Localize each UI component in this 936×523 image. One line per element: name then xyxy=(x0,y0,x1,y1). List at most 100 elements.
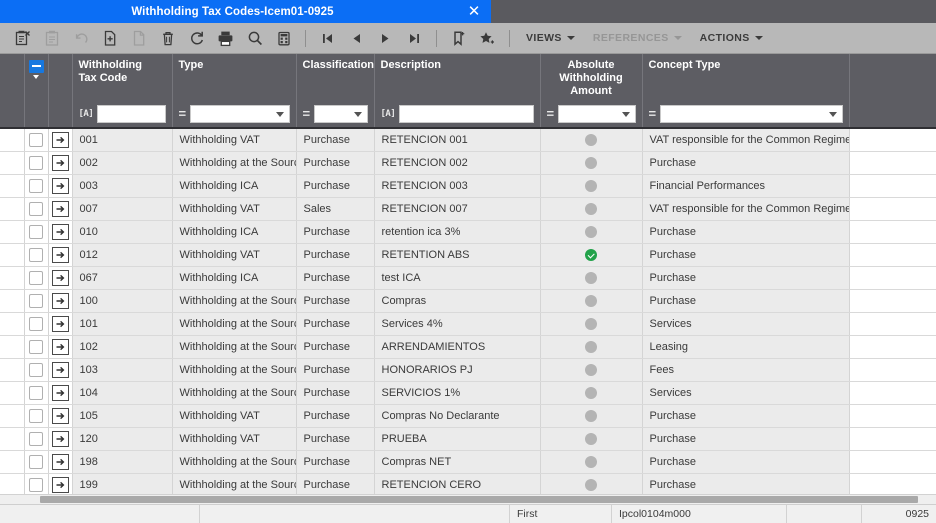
column-header-classification[interactable]: Classification = xyxy=(296,54,374,128)
table-row[interactable]: 067Withholding ICAPurchasetest ICAPurcha… xyxy=(0,267,936,290)
table-row[interactable]: 105Withholding VATPurchaseCompras No Dec… xyxy=(0,405,936,428)
cell-type[interactable]: Withholding ICA xyxy=(172,221,296,244)
row-checkbox[interactable] xyxy=(29,340,43,354)
filter-operator-label[interactable]: = xyxy=(303,109,311,119)
column-header-withholding-tax-code[interactable]: WithholdingTax Code [A] xyxy=(72,54,172,128)
table-row[interactable]: 120Withholding VATPurchasePRUEBAPurchase xyxy=(0,428,936,451)
row-select-cell[interactable] xyxy=(24,198,48,221)
column-header-absolute-withholding-amount[interactable]: AbsoluteWithholdingAmount = xyxy=(540,54,642,128)
calculator-icon[interactable] xyxy=(269,25,298,51)
filter-operator-label[interactable]: = xyxy=(179,109,187,119)
table-row[interactable]: 012Withholding VATPurchaseRETENTION ABSP… xyxy=(0,244,936,267)
row-select-cell[interactable] xyxy=(24,405,48,428)
cell-classification[interactable]: Purchase xyxy=(296,267,374,290)
filter-operator-label[interactable]: = xyxy=(547,109,555,119)
cell-absolute-withholding-amount[interactable] xyxy=(540,451,642,474)
references-menu[interactable]: REFERENCES xyxy=(584,25,691,51)
table-row[interactable]: 102Withholding at the SourcePurchaseARRE… xyxy=(0,336,936,359)
delete-trash-icon[interactable] xyxy=(153,25,182,51)
cell-description[interactable]: RETENTION ABS xyxy=(374,244,540,267)
status-empty-icon[interactable] xyxy=(585,433,597,445)
open-details-icon[interactable] xyxy=(52,201,69,217)
filter-concept-type[interactable]: = xyxy=(649,105,843,123)
open-details-icon[interactable] xyxy=(52,293,69,309)
row-open-cell[interactable] xyxy=(48,474,72,495)
column-header-description[interactable]: Description [A] xyxy=(374,54,540,128)
close-icon[interactable]: ✕ xyxy=(463,0,485,23)
cell-absolute-withholding-amount[interactable] xyxy=(540,221,642,244)
filter-absolute-withholding-amount[interactable]: = xyxy=(547,105,636,123)
open-details-icon[interactable] xyxy=(52,431,69,447)
cell-concept-type[interactable]: Purchase xyxy=(642,290,849,313)
row-open-cell[interactable] xyxy=(48,152,72,175)
status-check-icon[interactable] xyxy=(585,249,597,261)
cell-type[interactable]: Withholding VAT xyxy=(172,428,296,451)
row-open-cell[interactable] xyxy=(48,267,72,290)
cell-withholding-tax-code[interactable]: 198 xyxy=(72,451,172,474)
status-empty-icon[interactable] xyxy=(585,318,597,330)
cell-concept-type[interactable]: Purchase xyxy=(642,244,849,267)
cell-description[interactable]: ARRENDAMIENTOS xyxy=(374,336,540,359)
row-open-cell[interactable] xyxy=(48,128,72,152)
row-select-cell[interactable] xyxy=(24,382,48,405)
cell-withholding-tax-code[interactable]: 120 xyxy=(72,428,172,451)
favorite-star-icon[interactable] xyxy=(473,25,502,51)
table-row[interactable]: 003Withholding ICAPurchaseRETENCION 003F… xyxy=(0,175,936,198)
row-open-cell[interactable] xyxy=(48,405,72,428)
cell-type[interactable]: Withholding ICA xyxy=(172,267,296,290)
previous-record-icon[interactable] xyxy=(342,25,371,51)
cell-classification[interactable]: Purchase xyxy=(296,359,374,382)
cell-withholding-tax-code[interactable]: 105 xyxy=(72,405,172,428)
status-empty-icon[interactable] xyxy=(585,410,597,422)
cell-absolute-withholding-amount[interactable] xyxy=(540,428,642,451)
row-open-cell[interactable] xyxy=(48,198,72,221)
cell-concept-type[interactable]: Purchase xyxy=(642,221,849,244)
filter-input-withholding-tax-code[interactable] xyxy=(97,105,165,123)
cell-concept-type[interactable]: Leasing xyxy=(642,336,849,359)
cell-type[interactable]: Withholding VAT xyxy=(172,198,296,221)
cell-withholding-tax-code[interactable]: 103 xyxy=(72,359,172,382)
open-details-icon[interactable] xyxy=(52,362,69,378)
cell-type[interactable]: Withholding at the Source xyxy=(172,313,296,336)
cell-withholding-tax-code[interactable]: 102 xyxy=(72,336,172,359)
table-row[interactable]: 104Withholding at the SourcePurchaseSERV… xyxy=(0,382,936,405)
row-select-cell[interactable] xyxy=(24,313,48,336)
row-select-cell[interactable] xyxy=(24,244,48,267)
row-open-cell[interactable] xyxy=(48,221,72,244)
filter-select-absolute-withholding-amount[interactable] xyxy=(558,105,635,123)
status-empty-icon[interactable] xyxy=(585,341,597,353)
bookmark-add-icon[interactable] xyxy=(444,25,473,51)
status-empty-icon[interactable] xyxy=(585,134,597,146)
filter-description[interactable]: [A] xyxy=(381,105,534,123)
table-row[interactable]: 002Withholding at the SourcePurchaseRETE… xyxy=(0,152,936,175)
cell-description[interactable]: RETENCION CERO xyxy=(374,474,540,495)
cell-description[interactable]: RETENCION 001 xyxy=(374,128,540,152)
filter-select-concept-type[interactable] xyxy=(660,105,842,123)
table-row[interactable]: 001Withholding VATPurchaseRETENCION 001V… xyxy=(0,128,936,152)
cell-concept-type[interactable]: VAT responsible for the Common Regime xyxy=(642,128,849,152)
filter-classification[interactable]: = xyxy=(303,105,368,123)
cell-type[interactable]: Withholding at the Source xyxy=(172,451,296,474)
cell-withholding-tax-code[interactable]: 001 xyxy=(72,128,172,152)
add-document-icon[interactable] xyxy=(95,25,124,51)
row-checkbox[interactable] xyxy=(29,294,43,308)
column-header-concept-type[interactable]: Concept Type = xyxy=(642,54,849,128)
cell-absolute-withholding-amount[interactable] xyxy=(540,198,642,221)
row-open-cell[interactable] xyxy=(48,175,72,198)
cell-concept-type[interactable]: Purchase xyxy=(642,152,849,175)
row-checkbox[interactable] xyxy=(29,156,43,170)
row-checkbox[interactable] xyxy=(29,248,43,262)
cell-absolute-withholding-amount[interactable] xyxy=(540,313,642,336)
cell-concept-type[interactable]: Purchase xyxy=(642,428,849,451)
cell-withholding-tax-code[interactable]: 067 xyxy=(72,267,172,290)
filter-type[interactable]: = xyxy=(179,105,290,123)
status-empty-icon[interactable] xyxy=(585,226,597,238)
row-checkbox[interactable] xyxy=(29,409,43,423)
filter-operator-label[interactable]: [A] xyxy=(381,109,396,119)
row-checkbox[interactable] xyxy=(29,317,43,331)
cell-concept-type[interactable]: Purchase xyxy=(642,451,849,474)
status-empty-icon[interactable] xyxy=(585,479,597,491)
cell-concept-type[interactable]: Services xyxy=(642,382,849,405)
refresh-icon[interactable] xyxy=(182,25,211,51)
status-empty-icon[interactable] xyxy=(585,203,597,215)
